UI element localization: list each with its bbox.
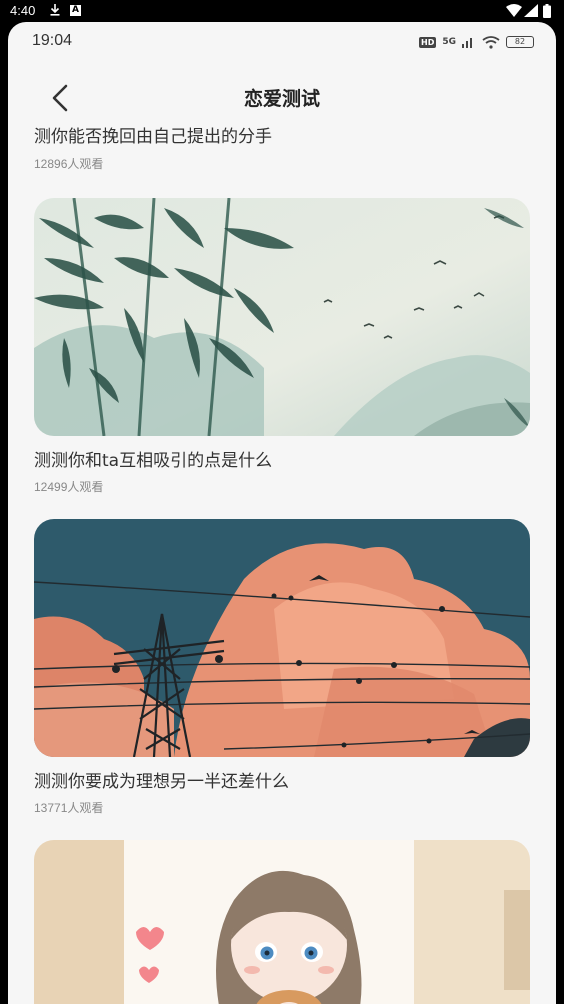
signal-icon [524, 4, 538, 17]
network-type-label: 5G [442, 37, 456, 47]
test-card-title[interactable]: 测测你要成为理想另一半还差什么 [34, 767, 289, 792]
power-lines-image [34, 519, 530, 757]
test-card-title[interactable]: 测测你和ta互相吸引的点是什么 [34, 446, 272, 471]
test-card-views: 12896人观看 [34, 157, 104, 171]
inner-signal-icon [462, 38, 472, 48]
inner-battery-icon: 82 [506, 36, 534, 48]
inner-status-time: 19:04 [32, 32, 73, 49]
test-card-image[interactable] [34, 840, 530, 1004]
app-screen: 19:04 HD 5G 82 恋爱测试 测你能否挽回由自己提出的分手 12896… [8, 22, 556, 1004]
test-card-views: 13771人观看 [34, 801, 104, 815]
notification-icon: A [70, 5, 81, 16]
wifi-icon [506, 4, 522, 17]
test-card-image[interactable] [34, 198, 530, 436]
test-card-title[interactable]: 测你能否挽回由自己提出的分手 [34, 122, 272, 147]
system-status-bar: 4:40 A [0, 0, 564, 22]
system-clock: 4:40 [10, 3, 36, 18]
hd-icon: HD [419, 36, 437, 48]
battery-icon [543, 4, 551, 18]
test-card-image[interactable] [34, 519, 530, 757]
inner-wifi-icon [482, 35, 500, 49]
inner-status-icons: HD 5G 82 [419, 34, 534, 50]
test-card-views: 12499人观看 [34, 480, 104, 494]
bamboo-painting-image [34, 198, 530, 436]
page-title: 恋爱测试 [243, 88, 320, 110]
download-icon [50, 4, 60, 16]
anime-girl-image [34, 840, 530, 1004]
